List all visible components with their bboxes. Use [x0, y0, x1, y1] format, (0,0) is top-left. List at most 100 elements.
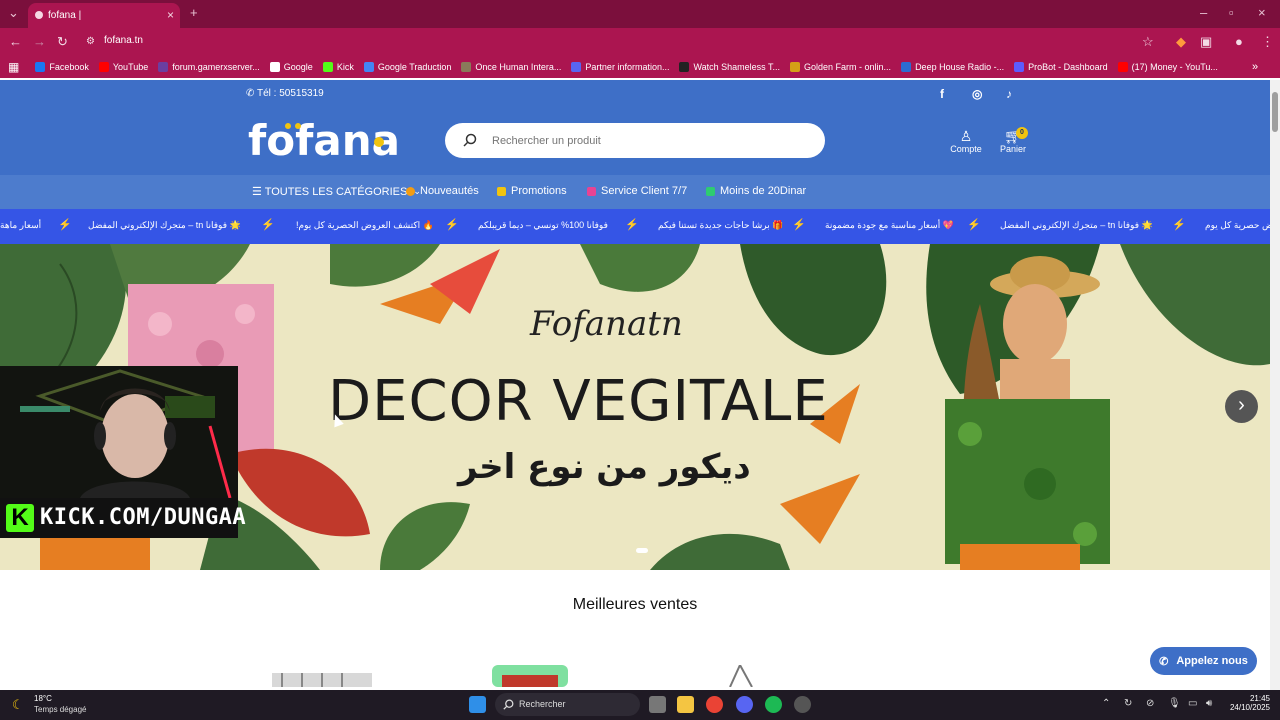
- bookmark-item[interactable]: Google: [269, 62, 313, 72]
- nav-promotions[interactable]: Promotions: [497, 185, 567, 197]
- system-clock[interactable]: 21:45 24/10/2025: [1228, 694, 1270, 712]
- url-field[interactable]: fofana.tn: [104, 35, 143, 46]
- bookmark-label: Kick: [336, 62, 354, 72]
- task-view-icon[interactable]: [649, 696, 666, 713]
- product-thumbnails: [272, 665, 753, 687]
- hero-title: DECOR VEGITALE: [328, 369, 829, 434]
- slider-dot[interactable]: [636, 548, 648, 553]
- browser-tab[interactable]: fofana | ×: [28, 3, 180, 28]
- bookmark-label: Watch Shameless T...: [693, 62, 781, 72]
- apps-grid-icon[interactable]: ▦: [8, 60, 19, 74]
- bookmark-item[interactable]: Google Traduction: [363, 62, 452, 72]
- tab-title: fofana |: [48, 10, 82, 21]
- search-icon: [463, 133, 477, 147]
- bookmark-item[interactable]: Once Human Intera...: [461, 62, 561, 72]
- profile-avatar-icon[interactable]: ●: [1235, 34, 1243, 49]
- search-input[interactable]: [492, 132, 802, 150]
- tab-list-icon[interactable]: ⌄: [8, 5, 19, 21]
- bookmark-item[interactable]: Facebook: [35, 62, 89, 72]
- taskbar-search[interactable]: Rechercher: [495, 693, 640, 716]
- address-bar: ← → ↻ ⚙ fofana.tn ☆ ◆ ▣ ● ⋮: [0, 28, 1280, 56]
- chrome-icon[interactable]: [706, 696, 723, 713]
- extension-icon[interactable]: ◆: [1176, 34, 1186, 50]
- page-scrollbar[interactable]: [1270, 80, 1280, 690]
- slider-next-button[interactable]: ›: [1225, 390, 1258, 423]
- app-icon[interactable]: [794, 696, 811, 713]
- discord-icon[interactable]: [736, 696, 753, 713]
- reload-icon[interactable]: ↻: [57, 34, 68, 50]
- bookmark-favicon-icon: [1117, 62, 1128, 72]
- call-us-button[interactable]: ✆ Appelez nous: [1150, 647, 1257, 675]
- tray-overflow-icon[interactable]: ⌃: [1102, 698, 1110, 709]
- back-icon[interactable]: ←: [9, 34, 22, 49]
- menu-dots-icon[interactable]: ⋮: [1261, 34, 1274, 50]
- volume-icon[interactable]: 🔊︎: [1206, 698, 1212, 709]
- minimize-window-icon[interactable]: –: [1200, 5, 1207, 20]
- spotify-icon[interactable]: [765, 696, 782, 713]
- bookmark-item[interactable]: (17) Money - YouTu...: [1117, 62, 1218, 72]
- bolt-icon: ⚡: [445, 219, 459, 231]
- scrollbar-thumb[interactable]: [1272, 92, 1278, 132]
- instagram-icon[interactable]: ◎: [972, 87, 982, 101]
- network-icon[interactable]: ⊘: [1146, 698, 1154, 709]
- product-search-box[interactable]: [445, 123, 825, 158]
- close-window-icon[interactable]: ×: [1258, 5, 1266, 20]
- bookmark-label: Google Traduction: [377, 62, 452, 72]
- bookmark-item[interactable]: Kick: [322, 62, 354, 72]
- bookmark-label: Once Human Intera...: [475, 62, 562, 72]
- site-info-icon[interactable]: ⚙: [86, 36, 95, 47]
- weather-desc[interactable]: Temps dégagé: [34, 705, 86, 714]
- microphone-icon[interactable]: 🎙︎: [1168, 698, 1181, 709]
- weather-temp[interactable]: 18°C: [34, 694, 52, 703]
- bookmark-item[interactable]: Golden Farm - onlin...: [790, 62, 891, 72]
- bookmark-item[interactable]: YouTube: [98, 62, 148, 72]
- weather-moon-icon[interactable]: ☾: [12, 697, 24, 713]
- announcement-ticker: أسعار ماهة ⚡ 🌟 فوفانا tn – متجرك الإلكتر…: [0, 209, 1270, 244]
- windows-taskbar: ☾ 18°C Temps dégagé Rechercher ⌃ ↻ ⊘ 🎙︎ …: [0, 690, 1280, 720]
- bookmark-item[interactable]: ProBot - Dashboard: [1014, 62, 1108, 72]
- nav-nouveautes[interactable]: Nouveautés: [406, 185, 479, 197]
- bolt-icon: ⚡: [58, 219, 72, 231]
- nav-service-client[interactable]: Service Client 7/7: [587, 185, 687, 197]
- fire-icon: [406, 186, 415, 196]
- tab-close-icon[interactable]: ×: [167, 8, 174, 22]
- bookmark-item[interactable]: Deep House Radio -...: [901, 62, 1004, 72]
- kick-logo-icon: K: [6, 504, 34, 532]
- display-icon[interactable]: ▭: [1188, 698, 1197, 709]
- bookmark-item[interactable]: forum.gamerxserver...: [158, 62, 260, 72]
- hero-brand-text: Fofanatn: [530, 304, 683, 344]
- search-icon: [503, 699, 514, 710]
- nav-all-categories[interactable]: ☰ TOUTES LES CATÉGORIES ⌄: [252, 185, 421, 198]
- user-icon: ♙: [959, 128, 973, 144]
- bookmarks-bar: ▦ Facebook YouTube forum.gamerxserver... Go…: [0, 56, 1280, 78]
- hero-subtitle: ديكور من نوع اخر: [458, 447, 751, 487]
- bookmark-star-icon[interactable]: ☆: [1142, 34, 1154, 50]
- start-windows-icon[interactable]: [469, 696, 486, 713]
- new-tab-icon[interactable]: +: [190, 5, 198, 20]
- phone-icon: [587, 186, 596, 196]
- account-button[interactable]: ♙ Compte: [950, 128, 982, 154]
- sync-icon[interactable]: ↻: [1124, 698, 1132, 709]
- bookmark-item[interactable]: Partner information...: [571, 62, 669, 72]
- bookmark-favicon-icon: [158, 62, 169, 72]
- bookmark-label: Google: [283, 62, 313, 72]
- bookmark-favicon-icon: [269, 62, 280, 72]
- bolt-icon: ⚡: [625, 219, 639, 231]
- maximize-window-icon[interactable]: ▫: [1229, 5, 1234, 20]
- bookmark-favicon-icon: [571, 62, 582, 72]
- file-explorer-icon[interactable]: [677, 696, 694, 713]
- site-logo[interactable]: fofana: [248, 116, 420, 165]
- extensions-puzzle-icon[interactable]: ▣: [1200, 34, 1212, 50]
- nav-moins-20dinar[interactable]: Moins de 20Dinar: [706, 185, 806, 197]
- facebook-icon[interactable]: f: [940, 87, 944, 101]
- bookmark-item[interactable]: Watch Shameless T...: [679, 62, 780, 72]
- browser-tab-bar: ⌄ fofana | × + – ▫ ×: [0, 0, 1280, 28]
- fofana-logo-icon: fofana: [248, 116, 400, 165]
- bookmark-favicon-icon: [461, 62, 472, 72]
- bolt-icon: ⚡: [792, 219, 806, 231]
- more-bookmarks-icon[interactable]: »: [1252, 61, 1258, 73]
- tiktok-icon[interactable]: ♪: [1006, 87, 1012, 101]
- forward-icon[interactable]: →: [33, 34, 46, 49]
- stream-label: K KICK.COM/DUNGAA: [0, 498, 246, 538]
- bookmark-favicon-icon: [790, 62, 801, 72]
